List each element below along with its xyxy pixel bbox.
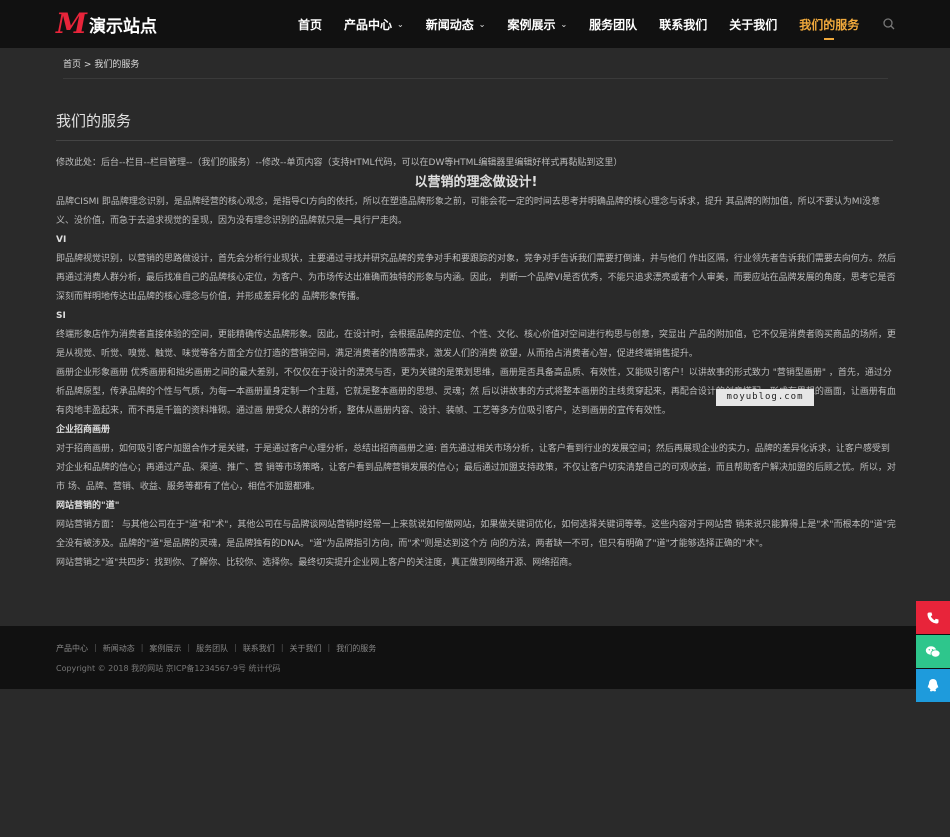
nav-label: 我们的服务 <box>799 17 860 32</box>
footer-separator: | <box>327 643 331 652</box>
nav-label: 产品中心 <box>344 17 393 32</box>
paragraph: 品牌CISMI 即品牌理念识别，是品牌经营的核心观念，是指导CI方向的依托，所以… <box>56 197 881 226</box>
nav-item-team[interactable]: 服务团队 <box>578 0 648 48</box>
footer-link[interactable]: 案例展示 <box>149 643 181 654</box>
nav-item-about[interactable]: 关于我们 <box>718 0 788 48</box>
nav-label: 案例展示 <box>507 17 556 32</box>
chevron-down-icon: ⌄ <box>478 19 486 29</box>
footer-links: 产品中心 | 新闻动态 | 案例展示 | 服务团队 | 联系我们 | 关于我们 | 我们的服… <box>56 643 376 654</box>
wechat-icon <box>925 645 941 657</box>
footer-separator: | <box>280 643 284 652</box>
article-headline: 以营销的理念做设计! <box>414 175 538 190</box>
logo[interactable]: M 演示站点 <box>56 10 157 38</box>
footer-link[interactable]: 服务团队 <box>196 643 228 654</box>
qq-icon <box>927 679 939 692</box>
logo-mark: M <box>56 7 87 40</box>
footer-link[interactable]: 我们的服务 <box>336 643 376 654</box>
paragraph: 即品牌视觉识别，以营销的思路做设计，首先会分析行业现状，主要通过寻找并研究品牌的… <box>56 254 896 302</box>
paragraph: 对于招商画册，如何吸引客户加盟合作才是关键，于是通过客户心理分析，总结出招商画册… <box>56 444 896 492</box>
footer: 产品中心 | 新闻动态 | 案例展示 | 服务团队 | 联系我们 | 关于我们 | 我们的服… <box>0 626 950 689</box>
footer-separator: | <box>140 643 144 652</box>
section-heading: 网站营销的"道" <box>56 501 120 511</box>
nav-item-contact[interactable]: 联系我们 <box>648 0 718 48</box>
footer-link[interactable]: 关于我们 <box>290 643 322 654</box>
footer-link[interactable]: 产品中心 <box>56 643 88 654</box>
breadcrumb-separator: > <box>83 60 92 70</box>
watermark: moyublog.com <box>716 389 814 406</box>
copyright: Copyright © 2018 我的网站 京ICP备1234567-9号 统计… <box>56 664 281 673</box>
page-title: 我们的服务 <box>56 112 132 130</box>
nav-item-services[interactable]: 我们的服务 <box>788 0 870 48</box>
nav-label: 关于我们 <box>729 17 778 32</box>
nav-label: 新闻动态 <box>425 17 474 32</box>
chevron-down-icon: ⌄ <box>397 19 404 29</box>
breadcrumb: 首页 > 我们的服务 <box>63 57 139 70</box>
section-heading: VI <box>56 235 67 245</box>
main-nav: 首页 产品中心 ⌄ 新闻动态 ⌄ 案例展示 ⌄ 服务团队 联系我们 关于我们 我们的服… <box>287 0 870 48</box>
breadcrumb-divider <box>63 78 888 79</box>
side-wechat-button[interactable] <box>916 635 950 668</box>
side-qq-button[interactable] <box>916 669 950 702</box>
article-content: 修改此处：后台--栏目--栏目管理--（我们的服务）--修改--单页内容（支持H… <box>56 154 896 573</box>
footer-separator: | <box>234 643 237 652</box>
nav-item-news[interactable]: 新闻动态 ⌄ <box>415 0 497 48</box>
nav-item-cases[interactable]: 案例展示 ⌄ <box>496 0 578 48</box>
side-phone-button[interactable] <box>916 601 950 634</box>
breadcrumb-current[interactable]: 我们的服务 <box>94 60 139 70</box>
edit-note: 修改此处：后台--栏目--栏目管理--（我们的服务）--修改--单页内容（支持H… <box>56 158 623 168</box>
breadcrumb-home[interactable]: 首页 <box>63 60 81 70</box>
footer-separator: | <box>187 643 191 652</box>
section-heading: 企业招商画册 <box>56 425 111 435</box>
phone-icon <box>927 612 939 623</box>
nav-item-products[interactable]: 产品中心 ⌄ <box>333 0 415 48</box>
title-divider <box>56 140 893 141</box>
header: M 演示站点 首页 产品中心 ⌄ 新闻动态 ⌄ 案例展示 ⌄ 服务团队 联系我们 关于… <box>0 0 950 48</box>
paragraph: 网站营销方面： 与其他公司在于"道"和"术"，其他公司在与品牌谈网站营销时经常一… <box>56 520 896 549</box>
paragraph: 终端形象店作为消费者直接体验的空间，更能精确传达品牌形象。因此，在设计时，会根据… <box>56 330 896 359</box>
footer-separator: | <box>94 643 97 652</box>
nav-item-home[interactable]: 首页 <box>287 0 333 48</box>
chevron-down-icon: ⌄ <box>560 19 568 29</box>
paragraph: 网站营销之"道"共四步：找到你、了解你、比较你、选择你。最终切实提升企业网上客户… <box>56 558 578 568</box>
nav-label: 首页 <box>298 17 323 32</box>
nav-label: 服务团队 <box>589 17 638 32</box>
search-icon[interactable] <box>882 17 896 31</box>
nav-label: 联系我们 <box>659 17 708 32</box>
footer-link[interactable]: 联系我们 <box>243 643 275 654</box>
footer-link[interactable]: 新闻动态 <box>103 643 135 654</box>
section-heading: SI <box>56 311 66 321</box>
site-name: 演示站点 <box>89 16 157 37</box>
